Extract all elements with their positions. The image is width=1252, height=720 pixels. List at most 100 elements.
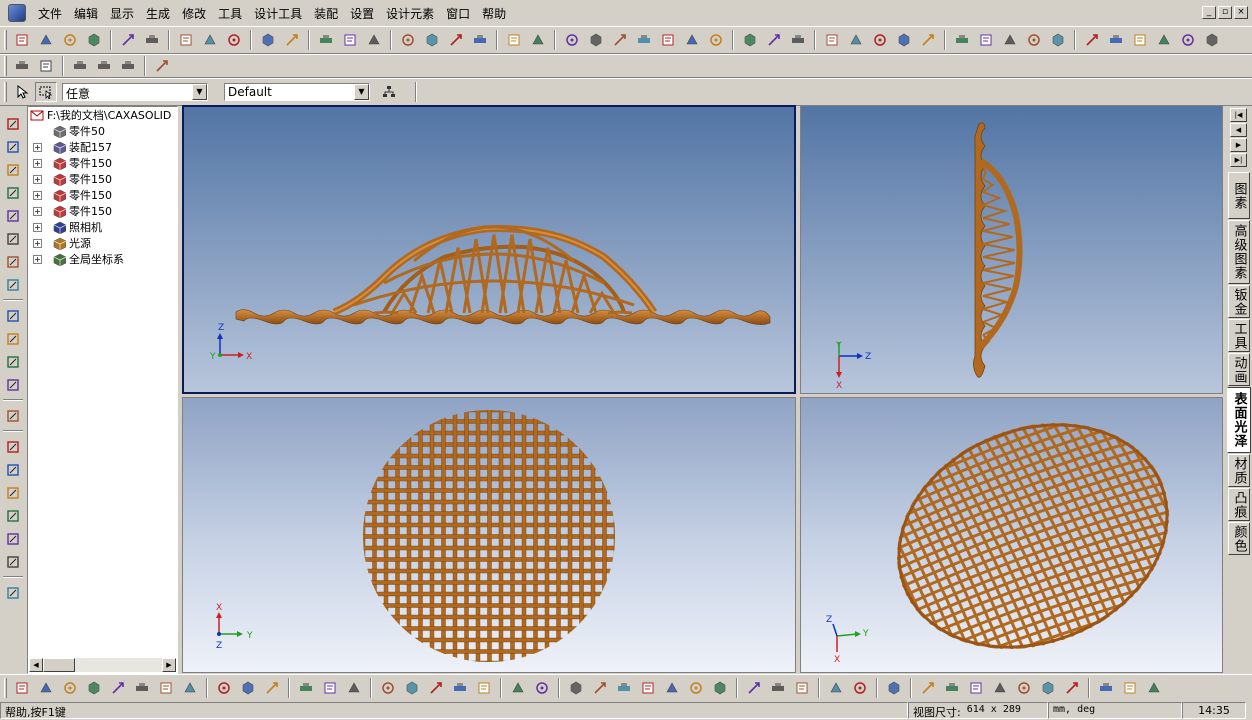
sketch-tool-9-button[interactable] bbox=[213, 678, 235, 698]
image-tool-button[interactable] bbox=[527, 30, 549, 50]
camera-button[interactable] bbox=[2, 328, 24, 350]
expand-icon[interactable]: + bbox=[33, 254, 42, 264]
tree-item[interactable]: 零件50 bbox=[33, 123, 105, 139]
tab-next-button[interactable]: ▶ bbox=[1230, 138, 1247, 152]
sketch-tool-42-button[interactable] bbox=[1095, 678, 1117, 698]
style-select[interactable]: Default ▼ bbox=[224, 83, 370, 101]
open-file-button[interactable] bbox=[35, 30, 57, 50]
camera-record-button[interactable] bbox=[69, 56, 91, 76]
sketch-tool-38-button[interactable] bbox=[989, 678, 1011, 698]
wedge-primitive-button[interactable] bbox=[1201, 30, 1223, 50]
sketch-tool-33-button[interactable] bbox=[849, 678, 871, 698]
hierarchy-icon[interactable] bbox=[378, 82, 400, 102]
sketch-tool-7-button[interactable] bbox=[155, 678, 177, 698]
open-folder-button[interactable] bbox=[59, 30, 81, 50]
revolve-button[interactable] bbox=[421, 30, 443, 50]
sketch-tool-4-button[interactable] bbox=[83, 678, 105, 698]
chevron-down-icon[interactable]: ▼ bbox=[354, 84, 369, 100]
square-sketch-button[interactable] bbox=[2, 482, 24, 504]
axis-tool-button[interactable] bbox=[609, 30, 631, 50]
sketch-tool-36-button[interactable] bbox=[941, 678, 963, 698]
sketch-tool-15-button[interactable] bbox=[377, 678, 399, 698]
dimension-tool-button[interactable] bbox=[657, 30, 679, 50]
menu-assembly[interactable]: 装配 bbox=[308, 3, 344, 24]
box-primitive-button[interactable] bbox=[1081, 30, 1103, 50]
expand-icon[interactable]: + bbox=[33, 158, 42, 168]
sketch-tool-43-button[interactable] bbox=[1119, 678, 1141, 698]
face-replace-button[interactable] bbox=[917, 30, 939, 50]
point-tool-button[interactable] bbox=[585, 30, 607, 50]
tab-9[interactable]: 颜色 bbox=[1228, 522, 1250, 555]
tab-2[interactable]: 高级图素 bbox=[1228, 220, 1250, 284]
measure-button[interactable] bbox=[2, 305, 24, 327]
sketch-tool-6-button[interactable] bbox=[131, 678, 153, 698]
close-button[interactable]: × bbox=[1234, 6, 1248, 19]
tab-prev-button[interactable]: ◀ bbox=[1230, 123, 1247, 137]
tab-first-button[interactable]: |◀ bbox=[1230, 108, 1247, 122]
sketch-tool-19-button[interactable] bbox=[473, 678, 495, 698]
pattern-button[interactable] bbox=[951, 30, 973, 50]
sketch-tool-20-button[interactable] bbox=[507, 678, 529, 698]
menu-modify[interactable]: 修改 bbox=[176, 3, 212, 24]
sketch-tool-13-button[interactable] bbox=[319, 678, 341, 698]
orbit-view-button[interactable] bbox=[2, 159, 24, 181]
fillet-button[interactable] bbox=[763, 30, 785, 50]
expand-icon[interactable]: + bbox=[33, 238, 42, 248]
menu-help[interactable]: 帮助 bbox=[476, 3, 512, 24]
scrollbar-track[interactable] bbox=[75, 658, 162, 672]
copy-button[interactable] bbox=[199, 30, 221, 50]
sketch-tool-3-button[interactable] bbox=[59, 678, 81, 698]
expand-icon[interactable]: + bbox=[33, 190, 42, 200]
sketch-tool-2-button[interactable] bbox=[35, 678, 57, 698]
constraint-tool-button[interactable] bbox=[681, 30, 703, 50]
zoom-window-button[interactable] bbox=[2, 228, 24, 250]
scrollbar-thumb[interactable] bbox=[43, 658, 75, 672]
sketch-button[interactable] bbox=[2, 405, 24, 427]
viewport-side[interactable]: Y Z X bbox=[800, 105, 1223, 394]
context-help-button[interactable] bbox=[281, 30, 303, 50]
menu-settings[interactable]: 设置 bbox=[344, 3, 380, 24]
menu-design-tools[interactable]: 设计工具 bbox=[248, 3, 308, 24]
zoom-extents-button[interactable] bbox=[2, 251, 24, 273]
tree-item[interactable]: + 照相机 bbox=[33, 219, 102, 235]
scroll-left-button[interactable]: ◀ bbox=[29, 658, 43, 672]
expand-icon[interactable]: + bbox=[33, 222, 42, 232]
cut-button[interactable] bbox=[175, 30, 197, 50]
tab-3[interactable]: 钣金 bbox=[1228, 285, 1250, 318]
cylinder-primitive-button[interactable] bbox=[1105, 30, 1127, 50]
extrude-sketch-button[interactable] bbox=[2, 436, 24, 458]
wrench-tool-button[interactable] bbox=[151, 56, 173, 76]
sketch-tool-22-button[interactable] bbox=[565, 678, 587, 698]
tab-1[interactable]: 图素 bbox=[1228, 172, 1250, 219]
tree-item[interactable]: + 装配157 bbox=[33, 139, 112, 155]
chamfer-button[interactable] bbox=[787, 30, 809, 50]
circle-sketch-button[interactable] bbox=[2, 551, 24, 573]
sketch-tool-8-button[interactable] bbox=[179, 678, 201, 698]
torus-primitive-button[interactable] bbox=[1177, 30, 1199, 50]
annotation-button[interactable] bbox=[2, 582, 24, 604]
menu-generate[interactable]: 生成 bbox=[140, 3, 176, 24]
scroll-right-button[interactable]: ▶ bbox=[162, 658, 176, 672]
mirror-button[interactable] bbox=[975, 30, 997, 50]
sweep-button[interactable] bbox=[445, 30, 467, 50]
sketch-tool-32-button[interactable] bbox=[825, 678, 847, 698]
tab-6[interactable]: 表面光泽 bbox=[1227, 387, 1251, 453]
menu-view[interactable]: 显示 bbox=[104, 3, 140, 24]
tab-5[interactable]: 动画 bbox=[1228, 353, 1250, 386]
rotate-sketch-button[interactable] bbox=[2, 505, 24, 527]
tree-item[interactable]: + 光源 bbox=[33, 235, 91, 251]
sketch-tool-44-button[interactable] bbox=[1143, 678, 1165, 698]
sketch-tool-14-button[interactable] bbox=[343, 678, 365, 698]
tab-7[interactable]: 材质 bbox=[1228, 454, 1250, 487]
menu-window[interactable]: 窗口 bbox=[440, 3, 476, 24]
sketch-tool-12-button[interactable] bbox=[295, 678, 317, 698]
minimize-button[interactable]: _ bbox=[1202, 6, 1216, 19]
view-rotate-button[interactable] bbox=[315, 30, 337, 50]
sketch-tool-28-button[interactable] bbox=[709, 678, 731, 698]
menu-tools[interactable]: 工具 bbox=[212, 3, 248, 24]
tree-item[interactable]: + 零件150 bbox=[33, 171, 112, 187]
target-view-button[interactable] bbox=[2, 274, 24, 296]
binoculars-button[interactable] bbox=[257, 30, 279, 50]
sketch-tool-21-button[interactable] bbox=[531, 678, 553, 698]
loft-button[interactable] bbox=[469, 30, 491, 50]
